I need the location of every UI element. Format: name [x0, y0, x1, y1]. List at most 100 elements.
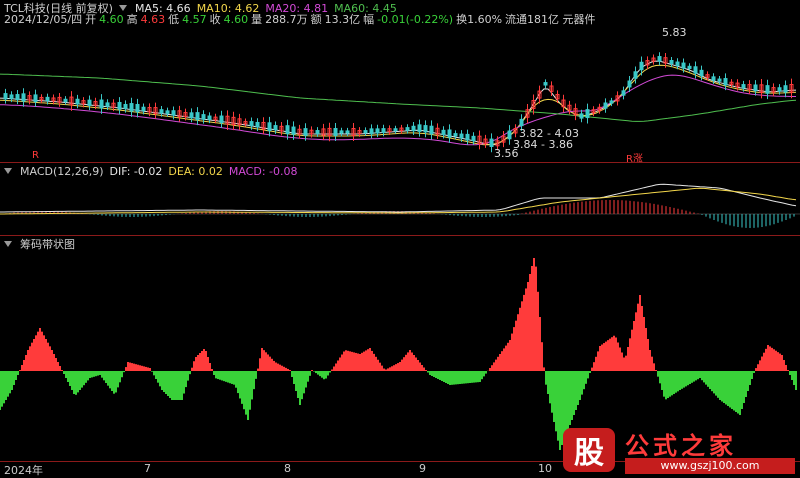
candle-body: [405, 127, 410, 131]
amount-value: 13.3亿: [324, 13, 361, 26]
candle-body: [723, 78, 728, 86]
candle-body: [543, 82, 548, 86]
open-value: 4.60: [99, 12, 124, 26]
candle-body: [303, 128, 308, 136]
candle-body: [429, 125, 434, 135]
candle-body: [129, 103, 134, 112]
candle-body: [627, 80, 632, 88]
candle-body: [63, 98, 68, 103]
candle-body: [201, 114, 206, 120]
xaxis-label-aug: 8: [284, 462, 291, 475]
candle-body: [693, 66, 698, 74]
candle-body: [159, 109, 164, 114]
macd-pane[interactable]: [0, 176, 800, 234]
candle-body: [3, 93, 8, 100]
candle-body: [585, 109, 590, 119]
candle-body: [621, 90, 626, 96]
candle-body: [411, 125, 416, 132]
candle-body: [633, 71, 638, 79]
candle-body: [741, 84, 746, 89]
watermark-badge: 股: [563, 428, 615, 472]
candle-body: [471, 135, 476, 142]
candle-body: [783, 85, 788, 93]
candle-body: [507, 130, 512, 140]
candle-body: [189, 112, 194, 119]
candle-body: [123, 103, 128, 110]
high-value: 4.63: [140, 12, 166, 26]
change-label: 幅: [363, 13, 375, 26]
candle-body: [363, 130, 368, 134]
xaxis-label-sep: 9: [419, 462, 426, 475]
candle-body: [669, 60, 674, 64]
amount-label: 额: [310, 13, 322, 26]
candle-body: [207, 115, 212, 120]
candle-body: [381, 128, 386, 133]
candle-body: [753, 84, 758, 92]
kline-pane[interactable]: 5.83 3.82 - 4.03 3.84 - 3.86 3.56 R R涨: [0, 26, 800, 165]
candle-body: [765, 85, 770, 94]
chip-toggle-icon[interactable]: [4, 241, 12, 247]
candle-body: [447, 129, 452, 138]
candle-body: [33, 94, 38, 103]
candle-body: [15, 94, 20, 101]
candle-body: [135, 103, 140, 113]
watermark: 股 公式之家 www.gszj100.com: [555, 426, 800, 476]
candle-body: [255, 121, 260, 128]
volume-label: 量: [251, 13, 263, 26]
open-label: 开: [85, 13, 97, 26]
low-annotation: 3.56: [494, 147, 519, 160]
candle-body: [21, 93, 26, 102]
candle-body: [219, 115, 224, 124]
candle-body: [105, 102, 110, 107]
candle-body: [777, 87, 782, 92]
range1-annotation: 3.84 - 3.86: [513, 138, 573, 151]
xaxis-label-oct: 10: [538, 462, 552, 475]
close-label: 收: [209, 13, 221, 26]
candle-body: [465, 133, 470, 141]
candle-body: [681, 62, 686, 69]
candle-body: [249, 121, 254, 127]
candle-body: [639, 61, 644, 71]
candle-body: [519, 118, 524, 127]
low-label: 低: [168, 13, 180, 26]
candle-body: [117, 101, 122, 110]
candle-body: [489, 138, 494, 147]
candle-body: [369, 128, 374, 135]
candle-body: [675, 61, 680, 67]
candle-body: [609, 100, 614, 104]
turnover-value: 换1.60%: [456, 13, 503, 26]
candle-body: [273, 125, 278, 131]
candle-body: [267, 122, 272, 132]
candle-body: [345, 130, 350, 134]
candle-body: [165, 110, 170, 114]
high-label: 高: [126, 13, 138, 26]
candle-body: [9, 94, 14, 99]
candle-body: [579, 113, 584, 119]
low-value: 4.57: [182, 12, 207, 26]
macd-dif-line: [0, 183, 797, 213]
candle-body: [141, 106, 146, 112]
candle-body: [453, 133, 458, 137]
candle-body: [417, 124, 422, 132]
candle-body: [423, 125, 428, 133]
signal-marker-left: R: [32, 150, 39, 161]
candle-body: [99, 99, 104, 109]
candle-body: [195, 112, 200, 121]
macd-chart[interactable]: [0, 176, 800, 234]
peak-annotation: 5.83: [662, 26, 687, 39]
candle-body: [687, 65, 692, 69]
candle-body: [315, 130, 320, 134]
candle-body: [393, 128, 398, 132]
candle-body: [441, 129, 446, 135]
macd-toggle-icon[interactable]: [4, 168, 12, 174]
candle-body: [285, 125, 290, 135]
change-value: -0.01(-0.22%): [377, 12, 454, 26]
watermark-url: www.gszj100.com: [625, 458, 795, 474]
xaxis-label-jul: 7: [144, 462, 151, 475]
candle-body: [75, 98, 80, 105]
kline-chart[interactable]: [0, 26, 800, 162]
macd-dea-line: [0, 187, 797, 215]
candle-body: [657, 56, 662, 62]
candle-body: [339, 130, 344, 134]
candle-body: [333, 128, 338, 136]
